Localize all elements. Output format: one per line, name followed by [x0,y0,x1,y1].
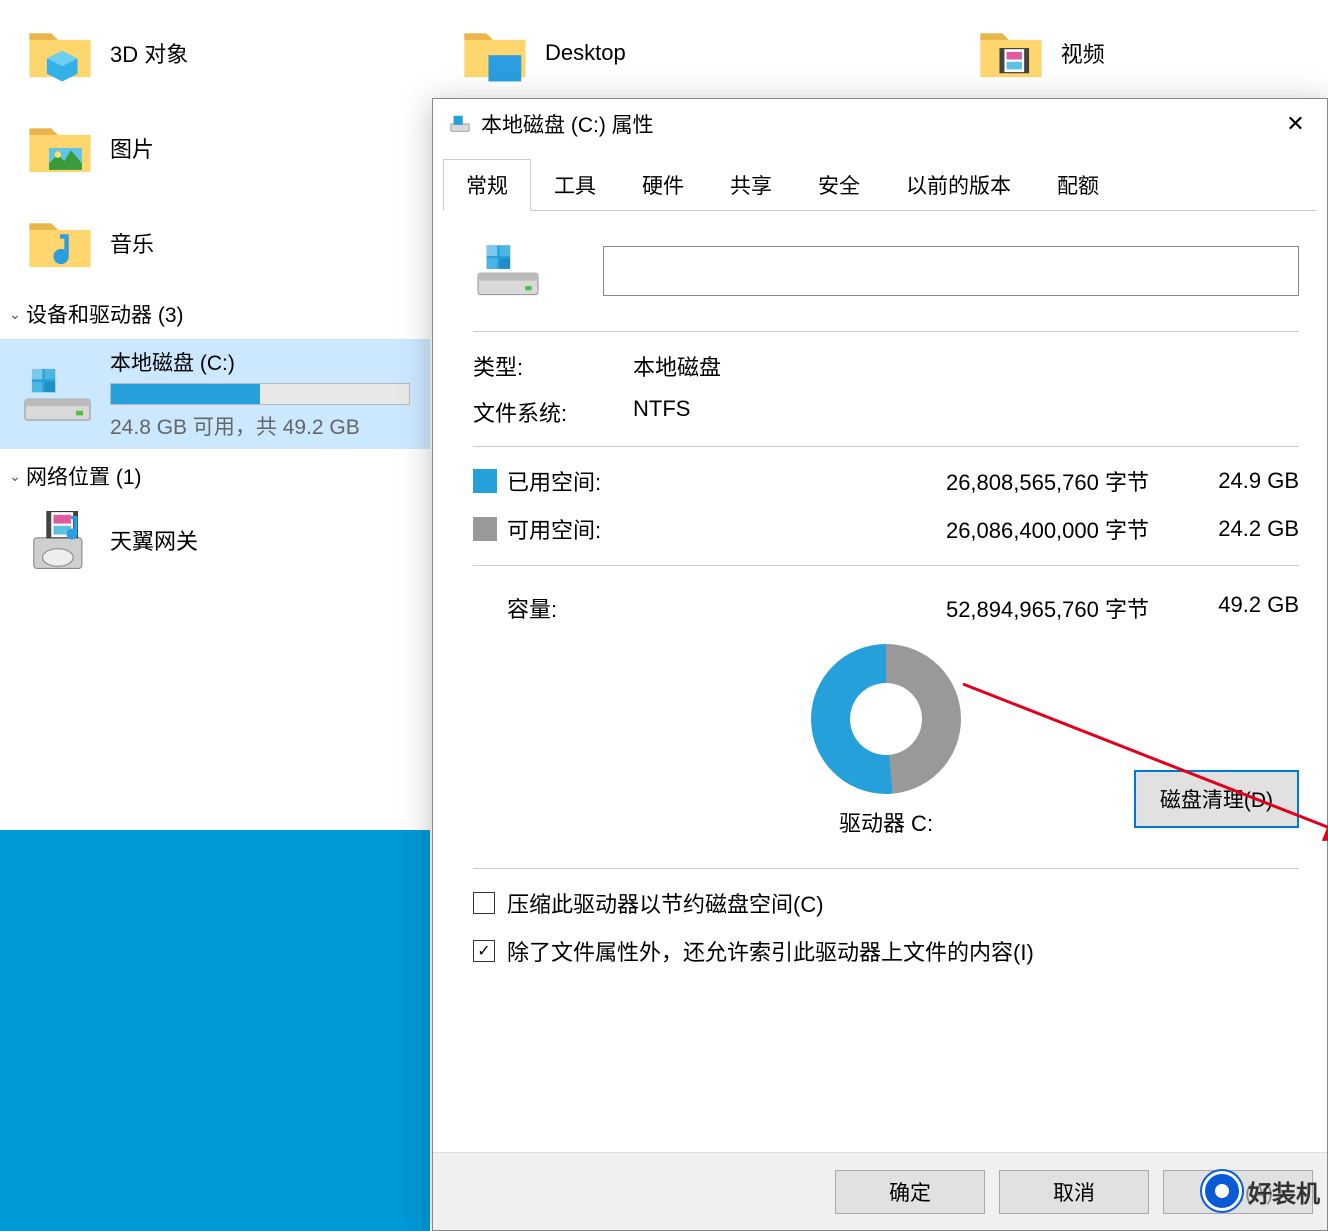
cancel-button[interactable]: 取消 [999,1170,1149,1214]
folder-icon [25,208,95,278]
type-value: 本地磁盘 [633,350,1299,382]
network-item-label: 天翼网关 [110,524,198,556]
drive-info: 本地磁盘 (C:) 24.8 GB 可用，共 49.2 GB [110,347,415,441]
free-space-gb: 24.2 GB [1179,516,1299,542]
drive-status: 24.8 GB 可用，共 49.2 GB [110,411,415,441]
used-space-label: 已用空间: [507,465,647,497]
media-server-icon [25,505,95,575]
folder-3d-objects[interactable]: 3D 对象 [25,10,445,95]
drive-caption: 驱动器 C: [811,806,961,838]
section-network-locations[interactable]: ⌄ 网络位置 (1) [0,457,430,495]
taskbar-area [0,830,430,1231]
folder-label: 音乐 [110,227,154,259]
folder-label: 视频 [1061,37,1105,69]
drive-usage-fill [111,384,260,404]
folder-icon [25,113,95,183]
section-devices-drives[interactable]: ⌄ 设备和驱动器 (3) [0,295,430,333]
folder-label: Desktop [545,40,626,66]
checkbox-unchecked-icon[interactable] [473,892,495,914]
explorer-left-pane: 3D 对象 图片 音乐 ⌄ 设备和驱动器 (3) 本地磁盘 (C:) [0,0,430,830]
volume-name-input[interactable] [603,246,1299,296]
drive-usage-bar [110,383,410,405]
filesystem-label: 文件系统: [473,396,633,428]
tab-sharing[interactable]: 共享 [707,159,795,210]
drive-c-item[interactable]: 本地磁盘 (C:) 24.8 GB 可用，共 49.2 GB [0,339,430,449]
folder-row-top: Desktop 视频 [460,10,1105,110]
folder-label: 3D 对象 [110,37,188,69]
divider [473,565,1299,566]
tab-strip: 常规 工具 硬件 共享 安全 以前的版本 配额 [443,159,1317,211]
watermark: 好装机 [1202,1171,1320,1211]
used-space-bytes: 26,808,565,760 字节 [647,465,1179,497]
drive-name: 本地磁盘 (C:) [110,347,415,377]
folder-music[interactable]: 音乐 [25,200,445,285]
divider [473,868,1299,869]
network-item[interactable]: 天翼网关 [0,495,430,585]
dialog-button-row: 确定 取消 应用(A) [433,1152,1327,1230]
folder-desktop[interactable]: Desktop [460,10,626,95]
used-space-square-icon [473,469,497,493]
usage-pie-chart [811,644,961,794]
folder-videos[interactable]: 视频 [976,10,1105,95]
tab-previous-versions[interactable]: 以前的版本 [883,159,1034,210]
used-space-gb: 24.9 GB [1179,468,1299,494]
free-space-bytes: 26,086,400,000 字节 [647,513,1179,545]
close-icon: ✕ [1286,111,1304,137]
checkbox-checked-icon[interactable]: ✓ [473,940,495,962]
close-button[interactable]: ✕ [1268,104,1323,144]
drive-icon [20,362,95,427]
tab-security[interactable]: 安全 [795,159,883,210]
free-space-square-icon [473,517,497,541]
chevron-down-icon: ⌄ [6,468,24,485]
index-checkbox-row[interactable]: ✓ 除了文件属性外，还允许索引此驱动器上文件的内容(I) [473,935,1299,967]
disk-cleanup-button[interactable]: 磁盘清理(D) [1134,770,1299,828]
tab-general[interactable]: 常规 [443,159,531,211]
dialog-titlebar[interactable]: 本地磁盘 (C:) 属性 ✕ [433,99,1327,149]
section-label: 设备和驱动器 (3) [26,299,184,329]
capacity-bytes: 52,894,965,760 字节 [647,592,1179,624]
drive-small-icon [449,113,471,135]
index-label: 除了文件属性外，还允许索引此驱动器上文件的内容(I) [507,935,1034,967]
tab-tools[interactable]: 工具 [531,159,619,210]
tab-hardware[interactable]: 硬件 [619,159,707,210]
folder-icon [976,18,1046,88]
tab-body-general: 类型: 本地磁盘 文件系统: NTFS 已用空间: 26,808,565,760… [433,211,1327,1003]
properties-dialog: 本地磁盘 (C:) 属性 ✕ 常规 工具 硬件 共享 安全 以前的版本 配额 类… [432,98,1328,1231]
compress-label: 压缩此驱动器以节约磁盘空间(C) [507,887,824,919]
divider [473,446,1299,447]
drive-large-icon [473,241,543,301]
chevron-down-icon: ⌄ [6,306,24,323]
compress-checkbox-row[interactable]: 压缩此驱动器以节约磁盘空间(C) [473,887,1299,919]
folder-label: 图片 [110,132,154,164]
capacity-label: 容量: [473,592,647,624]
dialog-title: 本地磁盘 (C:) 属性 [481,109,1268,139]
folder-icon [25,18,95,88]
type-label: 类型: [473,350,633,382]
section-label: 网络位置 (1) [26,461,142,491]
tab-quota[interactable]: 配额 [1034,159,1122,210]
folder-pictures[interactable]: 图片 [25,105,445,190]
free-space-label: 可用空间: [507,513,647,545]
watermark-badge-icon [1202,1171,1242,1211]
divider [473,331,1299,332]
pie-chart-area: 驱动器 C: 磁盘清理(D) [473,644,1299,838]
filesystem-value: NTFS [633,396,1299,428]
capacity-gb: 49.2 GB [1179,592,1299,624]
ok-button[interactable]: 确定 [835,1170,985,1214]
folder-icon [460,18,530,88]
watermark-text: 好装机 [1248,1174,1320,1209]
